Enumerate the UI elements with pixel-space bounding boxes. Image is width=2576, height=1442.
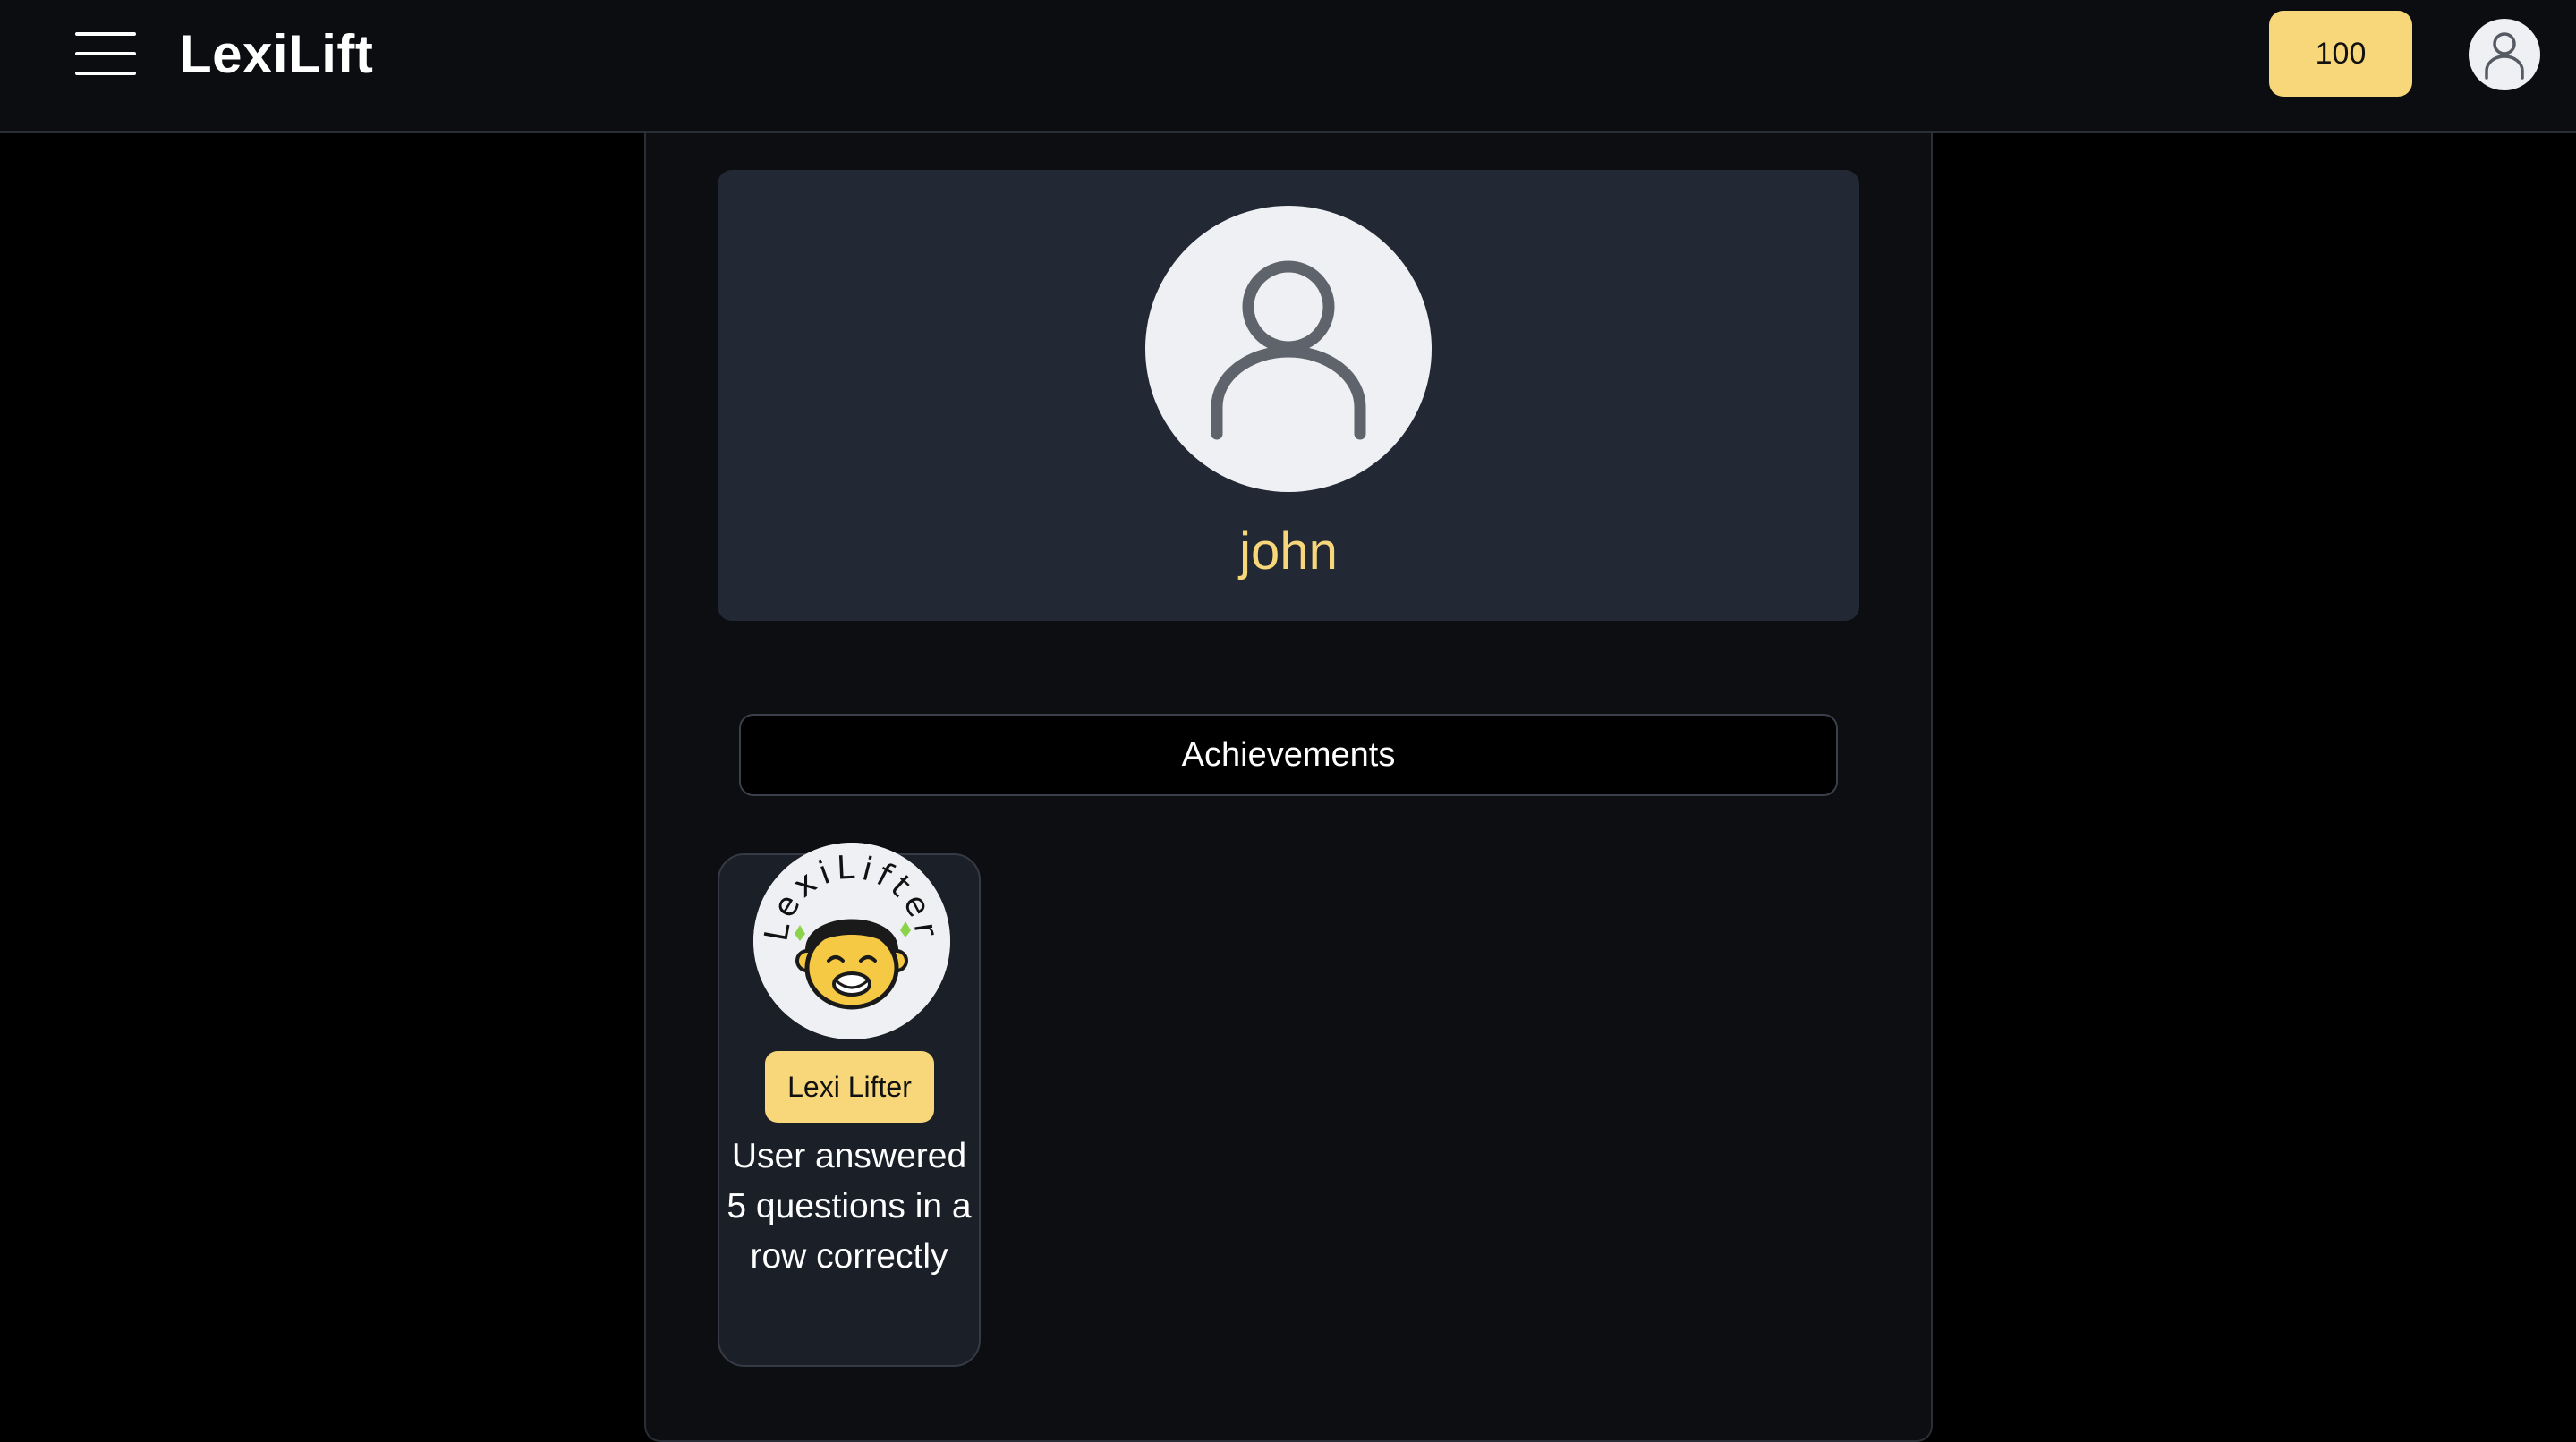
menu-line	[75, 72, 136, 75]
profile-username: john	[1239, 522, 1338, 581]
menu-line	[75, 32, 136, 36]
user-icon	[2485, 32, 2524, 80]
achievement-title-badge: Lexi Lifter	[765, 1051, 934, 1123]
top-navigation-bar: LexiLift 100	[0, 0, 2576, 133]
achievement-description: User answered 5 questions in a row corre…	[727, 1137, 972, 1276]
profile-avatar	[1145, 206, 1432, 492]
user-icon	[1211, 260, 1366, 440]
app-logo-text[interactable]: LexiLift	[179, 23, 373, 86]
achievement-badge-image: LexiLifter	[753, 843, 950, 1039]
menu-line	[75, 52, 136, 55]
tab-achievements[interactable]: Achievements	[739, 714, 1838, 796]
hamburger-menu-icon[interactable]	[75, 32, 136, 75]
points-badge-button[interactable]: 100	[2269, 11, 2412, 97]
profile-button[interactable]	[2469, 19, 2540, 90]
lexi-lifter-badge-icon: LexiLifter	[753, 843, 950, 1039]
